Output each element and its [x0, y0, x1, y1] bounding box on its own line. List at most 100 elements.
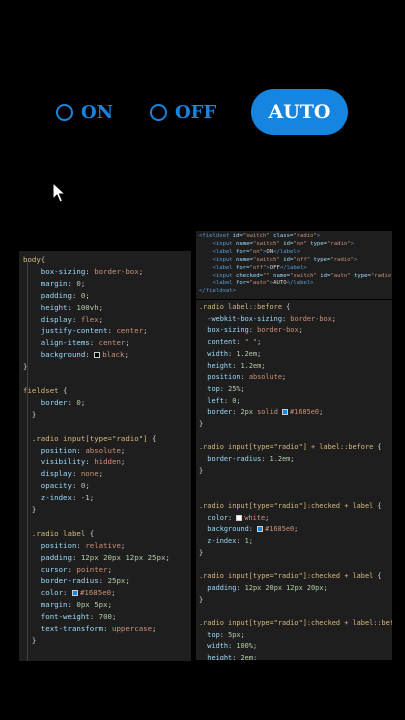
code-token: > — [316, 233, 321, 239]
code-token: fieldset — [23, 385, 59, 395]
code-token: 100vh — [76, 302, 99, 312]
code-token: : — [232, 408, 241, 417]
code-token: "radio" — [293, 233, 317, 239]
radio-option-label: AUTO — [268, 101, 331, 123]
code-token: justify-content — [23, 326, 108, 336]
code-line: <label for="off">OFF</label> — [199, 265, 392, 273]
code-token: id= — [229, 233, 243, 239]
code-line: <input checked="" name="switch" id="auto… — [199, 273, 392, 281]
code-line: margin: 0px 5px; — [23, 599, 191, 611]
code-token: center — [98, 338, 126, 348]
code-line: justify-content: center; — [23, 325, 191, 337]
code-token: absolute — [85, 445, 121, 455]
code-token: type= — [350, 272, 371, 279]
color-swatch — [94, 352, 101, 359]
code-token: { — [85, 528, 95, 538]
code-line: position: absolute; — [199, 372, 392, 384]
code-token: top — [199, 384, 220, 393]
code-token: : — [71, 314, 81, 324]
code-token: type= — [306, 240, 328, 247]
radio-option-auto[interactable]: AUTO — [251, 89, 348, 135]
code-token: ; — [120, 540, 126, 550]
code-token: 100% — [236, 642, 253, 651]
code-token: } — [23, 409, 37, 419]
code-lines: <fieldset id="switch" class="radio"> <in… — [199, 233, 392, 296]
code-token: "radio" — [370, 272, 392, 279]
code-token: : — [71, 290, 81, 300]
code-token: : — [248, 525, 258, 534]
code-token: hidden — [94, 457, 121, 467]
code-token: } — [199, 548, 204, 557]
code-line: position: absolute; — [23, 445, 191, 457]
css-code-panel-right: .radio label::before { -webkit-box-sizin… — [196, 300, 392, 660]
code-token: <fieldset — [199, 233, 230, 239]
code-token: height — [199, 361, 233, 370]
code-token: position — [23, 445, 77, 455]
code-token: "on" — [293, 240, 307, 247]
code-line: body{ — [23, 254, 191, 266]
code-line: border-radius: 25px; — [23, 575, 191, 587]
radio-circle-icon — [150, 103, 167, 121]
code-line: border: 0; — [23, 397, 191, 409]
code-token: 1.2em — [236, 349, 258, 358]
code-token: : — [85, 350, 95, 360]
code-line: width: 100%; — [199, 641, 392, 653]
code-token: cursor — [23, 564, 68, 574]
code-token: none — [80, 469, 99, 479]
code-token: { — [373, 501, 382, 510]
code-token: ; — [98, 314, 104, 324]
code-token: center — [116, 326, 144, 336]
code-line: visibility: hidden; — [23, 456, 191, 468]
code-token: box-sizing — [199, 326, 249, 335]
code-token: ; — [257, 338, 262, 347]
code-token: </fieldset> — [199, 288, 237, 295]
code-token: .radio input[type="radio"]:checked + lab… — [199, 501, 374, 510]
code-token: ; — [323, 583, 328, 592]
code-line: border-radius: 1.2em; — [199, 454, 392, 466]
code-token: position — [23, 540, 77, 550]
color-swatch — [236, 514, 243, 521]
code-token: ; — [107, 600, 113, 610]
code-token: .radio label — [23, 528, 86, 538]
code-line: color: white; — [199, 513, 392, 525]
code-token: width — [199, 349, 229, 358]
code-token: z-index — [199, 537, 237, 546]
code-token: ; — [236, 396, 241, 405]
code-line: <input name="switch" id="on" type="radio… — [199, 241, 392, 249]
radio-option-on[interactable]: ON — [56, 86, 113, 138]
code-line: .radio label { — [23, 528, 191, 540]
code-token: : — [89, 338, 99, 348]
code-token: .radio input[type="radio"]:checked + lab… — [199, 618, 392, 627]
code-line: <label for="auto">AUTO</label> — [199, 280, 392, 288]
code-token: ; — [98, 302, 104, 312]
color-swatch — [257, 526, 264, 533]
code-token: color — [199, 513, 229, 522]
code-token: width — [199, 642, 229, 651]
code-token: background — [199, 525, 249, 534]
code-line: left: 0; — [199, 396, 392, 408]
code-line: padding: 0; — [23, 290, 191, 302]
code-token: ; — [240, 384, 245, 393]
code-token: border-box — [257, 326, 299, 335]
code-line: .radio input[type="radio"] + label::befo… — [199, 442, 392, 454]
code-line: background: #1685e0; — [199, 524, 392, 536]
code-line: border: 2px solid #1685e0; — [199, 407, 392, 419]
code-token: padding — [23, 552, 72, 562]
code-token: border — [199, 408, 233, 417]
code-line: box-sizing: border-box; — [199, 325, 392, 337]
code-line: display: none; — [23, 468, 191, 480]
color-swatch — [71, 590, 78, 597]
code-line: <input name="switch" id="off" type="radi… — [199, 257, 392, 265]
code-line: content: " "; — [199, 337, 392, 349]
code-token: : — [71, 469, 81, 479]
code-line: top: 5px; — [199, 630, 392, 642]
code-token: font-weight — [23, 612, 90, 622]
radio-option-off[interactable]: OFF — [150, 86, 216, 138]
code-token: ; — [89, 493, 95, 503]
code-line: opacity: 0; — [23, 480, 191, 492]
code-token: for= — [232, 280, 250, 287]
code-token: 12px 20px 12px 25px — [80, 552, 166, 562]
